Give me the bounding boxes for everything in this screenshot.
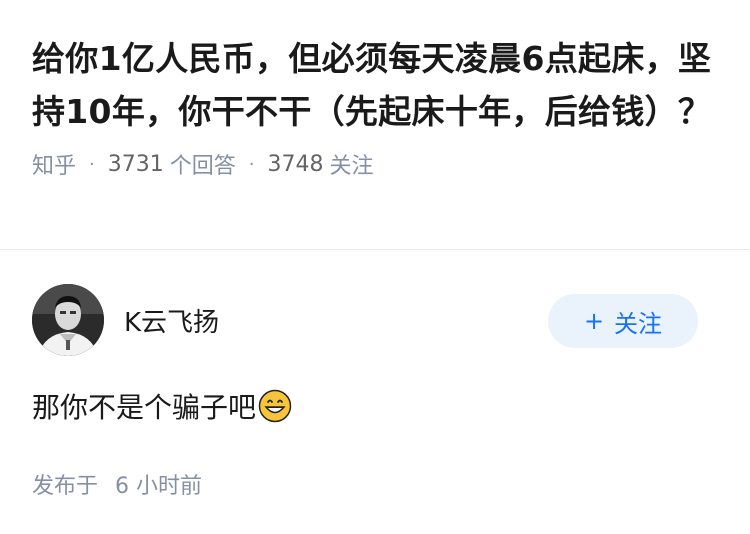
- published-label: 发布于: [32, 474, 99, 499]
- follow-button[interactable]: + 关注: [548, 294, 698, 348]
- answers-count: 3731: [107, 151, 164, 177]
- answer-text: 那你不是个骗子吧: [32, 391, 257, 424]
- follow-label: 关注: [614, 309, 663, 338]
- answer-page: 给你1亿人民币，但必须每天凌晨6点起床，坚持10年，你干不干（先起床十年，后给钱…: [0, 0, 750, 534]
- question-meta: 知乎 · 3731 个回答 · 3748 关注: [32, 148, 722, 180]
- avatar[interactable]: [32, 284, 104, 356]
- followers-label: 关注: [329, 154, 374, 179]
- answer-content: 那你不是个骗子吧: [32, 386, 292, 426]
- published-time-value: 6 小时前: [115, 474, 203, 499]
- followers-count: 3748: [267, 151, 324, 177]
- source-label[interactable]: 知乎: [32, 148, 76, 180]
- answers-label: 个回答: [169, 154, 236, 179]
- question-title[interactable]: 给你1亿人民币，但必须每天凌晨6点起床，坚持10年，你干不干（先起床十年，后给钱…: [32, 32, 722, 138]
- plus-icon: +: [583, 307, 605, 335]
- author-row: K云飞扬 + 关注: [32, 284, 698, 356]
- grinning-face-emoji-icon: [258, 389, 292, 423]
- separator-dot: ·: [89, 153, 95, 175]
- published-time: 发布于 6 小时前: [32, 468, 202, 500]
- separator-dot: ·: [248, 153, 255, 175]
- question-header: 给你1亿人民币，但必须每天凌晨6点起床，坚持10年，你干不干（先起床十年，后给钱…: [32, 32, 722, 180]
- author-name[interactable]: K云飞扬: [124, 302, 219, 339]
- avatar-image: [32, 284, 104, 356]
- section-divider: [0, 249, 750, 250]
